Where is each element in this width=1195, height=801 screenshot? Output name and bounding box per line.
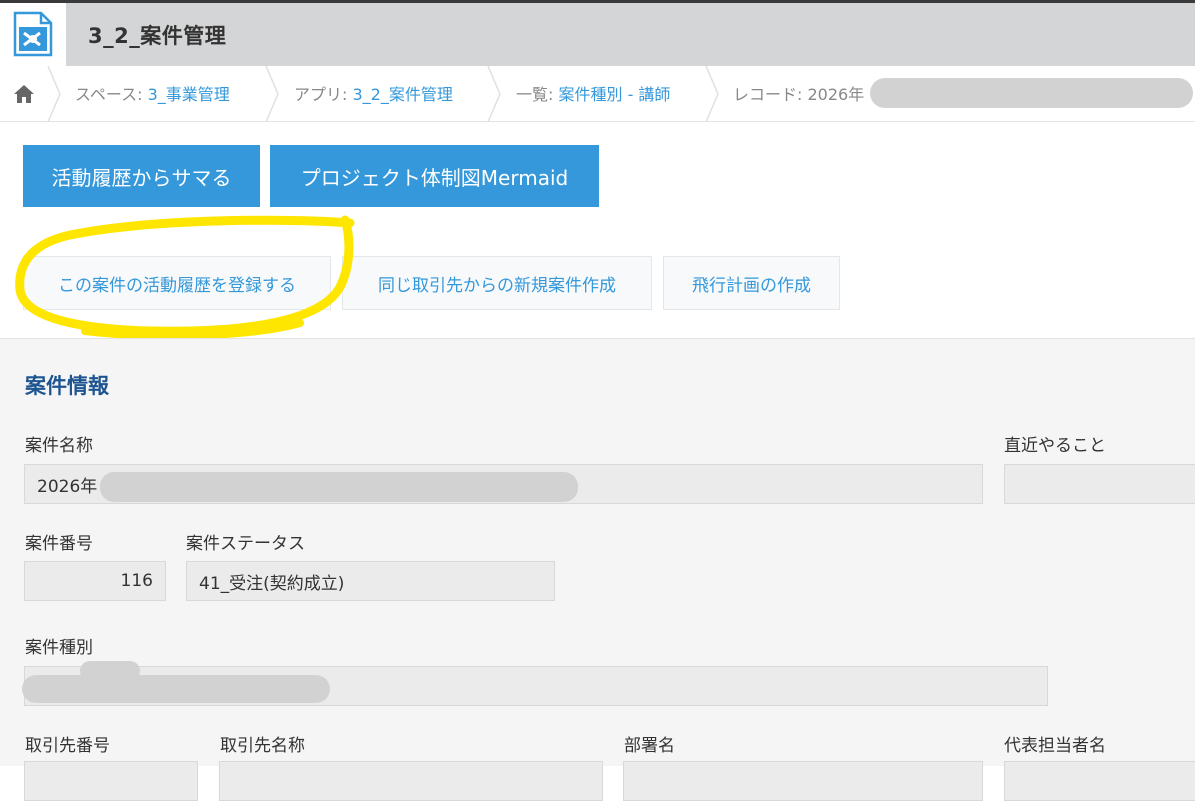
- app-title: 3_2_案件管理: [88, 24, 227, 48]
- app-header: 3_2_案件管理: [0, 0, 1195, 66]
- next-todo-label: 直近やること: [1004, 436, 1106, 456]
- client-name-field: [219, 761, 603, 801]
- project-status-label: 案件ステータス: [186, 534, 305, 554]
- summarize-activity-button[interactable]: 活動履歴からサマる: [23, 145, 260, 207]
- breadcrumb-separator-icon: [487, 66, 501, 122]
- breadcrumb-space[interactable]: スペース: 3_事業管理: [75, 81, 230, 105]
- breadcrumb: スペース: 3_事業管理 アプリ: 3_2_案件管理 一覧: 案件種別 - 講師…: [0, 66, 1195, 122]
- home-icon[interactable]: [12, 83, 36, 105]
- new-project-same-client-button[interactable]: 同じ取引先からの新規案件作成: [342, 256, 652, 310]
- breadcrumb-app-link[interactable]: 3_2_案件管理: [352, 85, 452, 104]
- project-number-field: 116: [24, 561, 166, 601]
- section-title: 案件情報: [25, 374, 109, 398]
- project-structure-mermaid-button[interactable]: プロジェクト体制図Mermaid: [270, 145, 599, 207]
- app-icon[interactable]: [0, 3, 66, 66]
- representative-field: [1004, 761, 1195, 801]
- department-field: [623, 761, 983, 801]
- client-name-label: 取引先名称: [220, 736, 305, 756]
- breadcrumb-separator-icon: [705, 66, 719, 122]
- project-status-field: 41_受注(契約成立): [186, 561, 555, 601]
- record-detail: 案件情報 案件名称 2026年 直近やること 案件番号 116 案件ステータス …: [0, 338, 1195, 801]
- app-title-bar: 3_2_案件管理: [66, 3, 1195, 66]
- redaction: [100, 472, 578, 502]
- register-activity-button[interactable]: この案件の活動履歴を登録する: [23, 256, 331, 310]
- breadcrumb-record: レコード: 2026年: [733, 85, 865, 104]
- breadcrumb-space-link[interactable]: 3_事業管理: [148, 85, 230, 104]
- redaction: [870, 78, 1193, 108]
- breadcrumb-app[interactable]: アプリ: 3_2_案件管理: [294, 81, 453, 105]
- representative-label: 代表担当者名: [1004, 736, 1106, 756]
- redaction: [22, 675, 330, 703]
- create-flight-plan-button[interactable]: 飛行計画の作成: [663, 256, 840, 310]
- project-type-label: 案件種別: [25, 638, 93, 658]
- redaction: [80, 661, 140, 681]
- department-label: 部署名: [624, 736, 675, 756]
- client-number-field: [24, 761, 198, 801]
- breadcrumb-view-link[interactable]: 案件種別 - 講師: [558, 85, 670, 104]
- breadcrumb-separator-icon: [47, 66, 61, 122]
- project-name-label: 案件名称: [25, 436, 93, 456]
- client-number-label: 取引先番号: [25, 736, 110, 756]
- next-todo-field: [1004, 464, 1195, 504]
- breadcrumb-view[interactable]: 一覧: 案件種別 - 講師: [516, 81, 670, 105]
- project-number-label: 案件番号: [25, 534, 93, 554]
- breadcrumb-separator-icon: [265, 66, 279, 122]
